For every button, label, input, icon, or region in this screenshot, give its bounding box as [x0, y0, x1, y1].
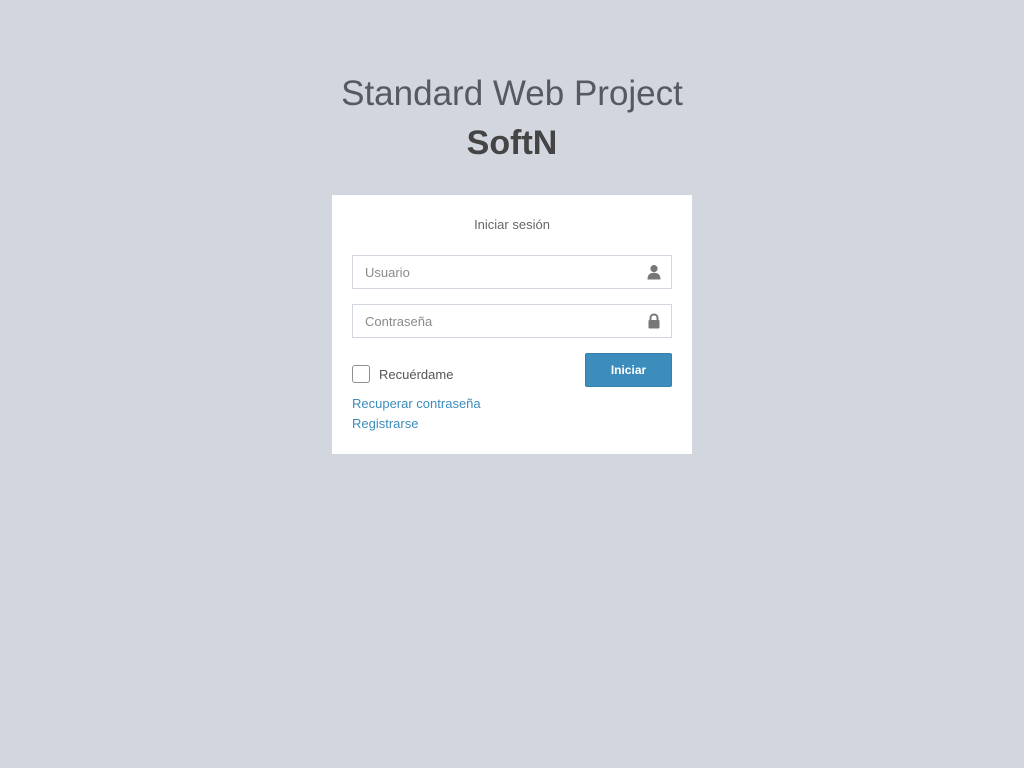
login-button[interactable]: Iniciar: [585, 353, 672, 387]
app-subtitle: SoftN: [466, 124, 558, 162]
remember-me: Recuérdame: [352, 364, 453, 384]
app-title: Standard Web Project: [341, 74, 683, 113]
login-box-message: Iniciar sesión: [474, 217, 550, 232]
username-input[interactable]: [353, 256, 671, 288]
user-icon: [647, 265, 661, 280]
recover-password-link[interactable]: Recuperar contraseña: [352, 396, 481, 411]
password-input[interactable]: [353, 305, 671, 337]
login-box: Iniciar sesión Recuérdame Iniciar Recupe…: [332, 195, 692, 454]
username-field-group: [352, 255, 672, 289]
remember-me-label[interactable]: Recuérdame: [379, 367, 453, 382]
remember-me-checkbox[interactable]: [352, 365, 370, 383]
lock-icon: [648, 313, 660, 329]
register-link[interactable]: Registrarse: [352, 416, 418, 431]
password-field-group: [352, 304, 672, 338]
